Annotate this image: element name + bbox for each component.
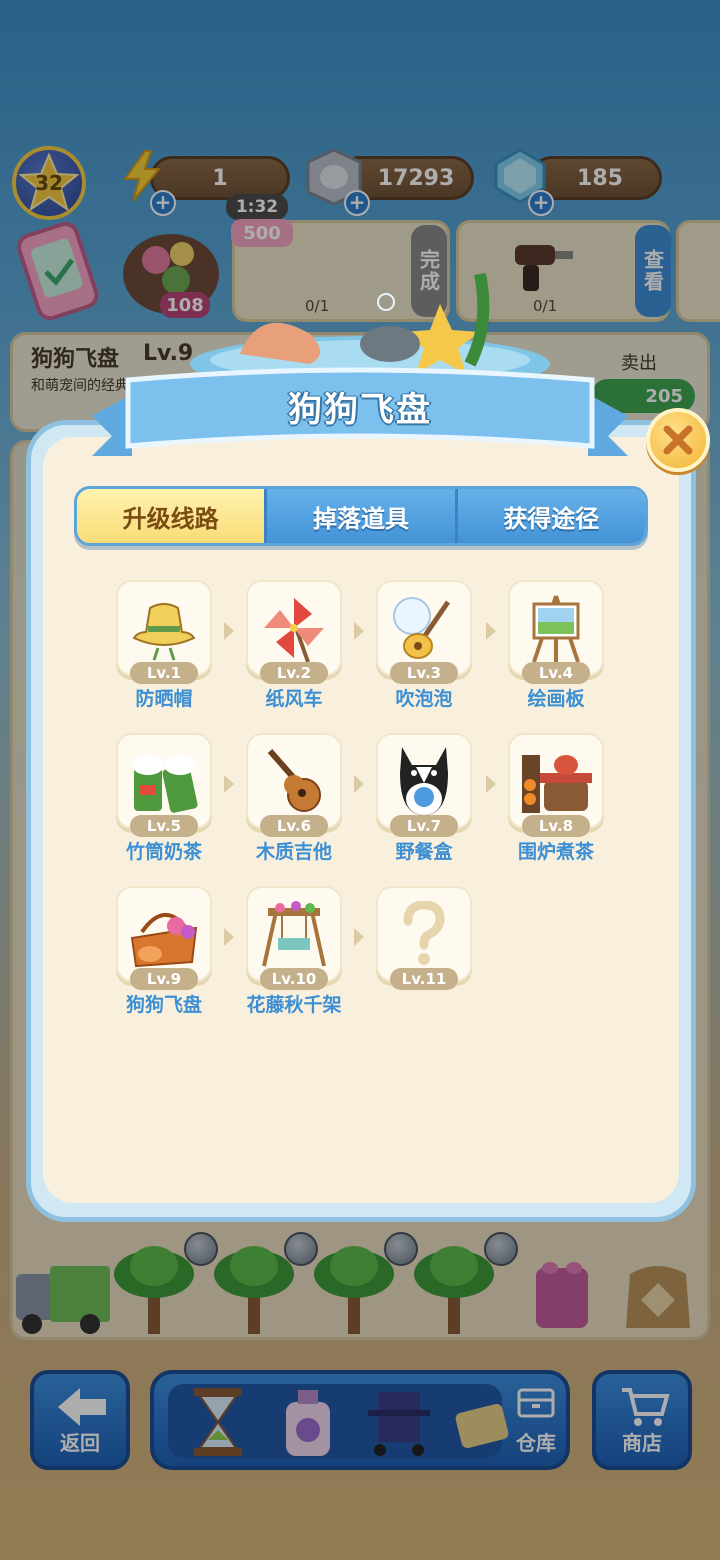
arrow-right-icon [354, 928, 364, 946]
arrow-right-icon [486, 622, 496, 640]
item-level-tag: Lv.1 [130, 662, 198, 684]
question-mark-icon [403, 901, 445, 965]
arrow-right-icon [224, 775, 234, 793]
arrow-right-icon [224, 622, 234, 640]
tab-upgrade-path[interactable]: 升级线路 [77, 489, 265, 543]
arrow-right-icon [486, 775, 496, 793]
upgrade-item-lv9[interactable]: Lv.9 狗狗飞盘 [116, 886, 212, 1018]
arrow-right-icon [224, 928, 234, 946]
upgrade-item-lv3[interactable]: Lv.3 吹泡泡 [376, 580, 472, 712]
dialog-title: 狗狗飞盘 [288, 389, 432, 430]
item-level-tag: Lv.8 [522, 815, 590, 837]
dialog-tabs: 升级线路 掉落道具 获得途径 [74, 486, 648, 546]
picnic-basket-icon [130, 912, 198, 968]
upgrade-item-lv7[interactable]: Lv.7 野餐盒 [376, 733, 472, 865]
close-icon [663, 425, 693, 455]
item-level-tag: Lv.2 [260, 662, 328, 684]
tab-obtain-methods[interactable]: 获得途径 [454, 489, 645, 543]
item-level-tag: Lv.4 [522, 662, 590, 684]
guitar-icon [267, 749, 321, 812]
stove-tea-icon [522, 755, 592, 813]
item-level-tag: Lv.5 [130, 815, 198, 837]
sun-hat-icon [132, 603, 196, 661]
item-name: 围炉煮茶 [517, 841, 594, 863]
arrow-right-icon [354, 622, 364, 640]
bamboo-milk-tea-icon [132, 755, 198, 813]
upgrade-item-lv8[interactable]: Lv.8 围炉煮茶 [508, 733, 604, 865]
item-level-tag: Lv.9 [130, 968, 198, 990]
easel-icon [532, 595, 580, 663]
upgrade-item-lv2[interactable]: Lv.2 纸风车 [246, 580, 342, 712]
item-name: 花藤秋千架 [246, 994, 342, 1016]
arrow-right-icon [354, 775, 364, 793]
item-level-tag: Lv.7 [390, 815, 458, 837]
flower-swing-icon [262, 901, 326, 967]
dog-icon [400, 747, 448, 815]
upgrade-item-lv4[interactable]: Lv.4 绘画板 [508, 580, 604, 712]
item-level-tag: Lv.10 [260, 968, 328, 990]
upgrade-item-lv5[interactable]: Lv.5 竹筒奶茶 [116, 733, 212, 865]
tab-drop-items[interactable]: 掉落道具 [264, 489, 455, 543]
upgrade-item-lv11[interactable]: Lv.11 [376, 886, 472, 1018]
upgrade-item-lv6[interactable]: Lv.6 木质吉他 [246, 733, 342, 865]
item-level-tag: Lv.11 [390, 968, 458, 990]
upgrade-item-lv10[interactable]: Lv.10 花藤秋千架 [246, 886, 342, 1018]
upgrade-item-lv1[interactable]: Lv.1 防晒帽 [116, 580, 212, 712]
item-name: 绘画板 [527, 688, 585, 710]
item-level-tag: Lv.6 [260, 815, 328, 837]
item-level-tag: Lv.3 [390, 662, 458, 684]
bubble-wand-icon [393, 597, 451, 659]
close-button[interactable] [646, 408, 710, 472]
pinwheel-icon [264, 598, 324, 663]
